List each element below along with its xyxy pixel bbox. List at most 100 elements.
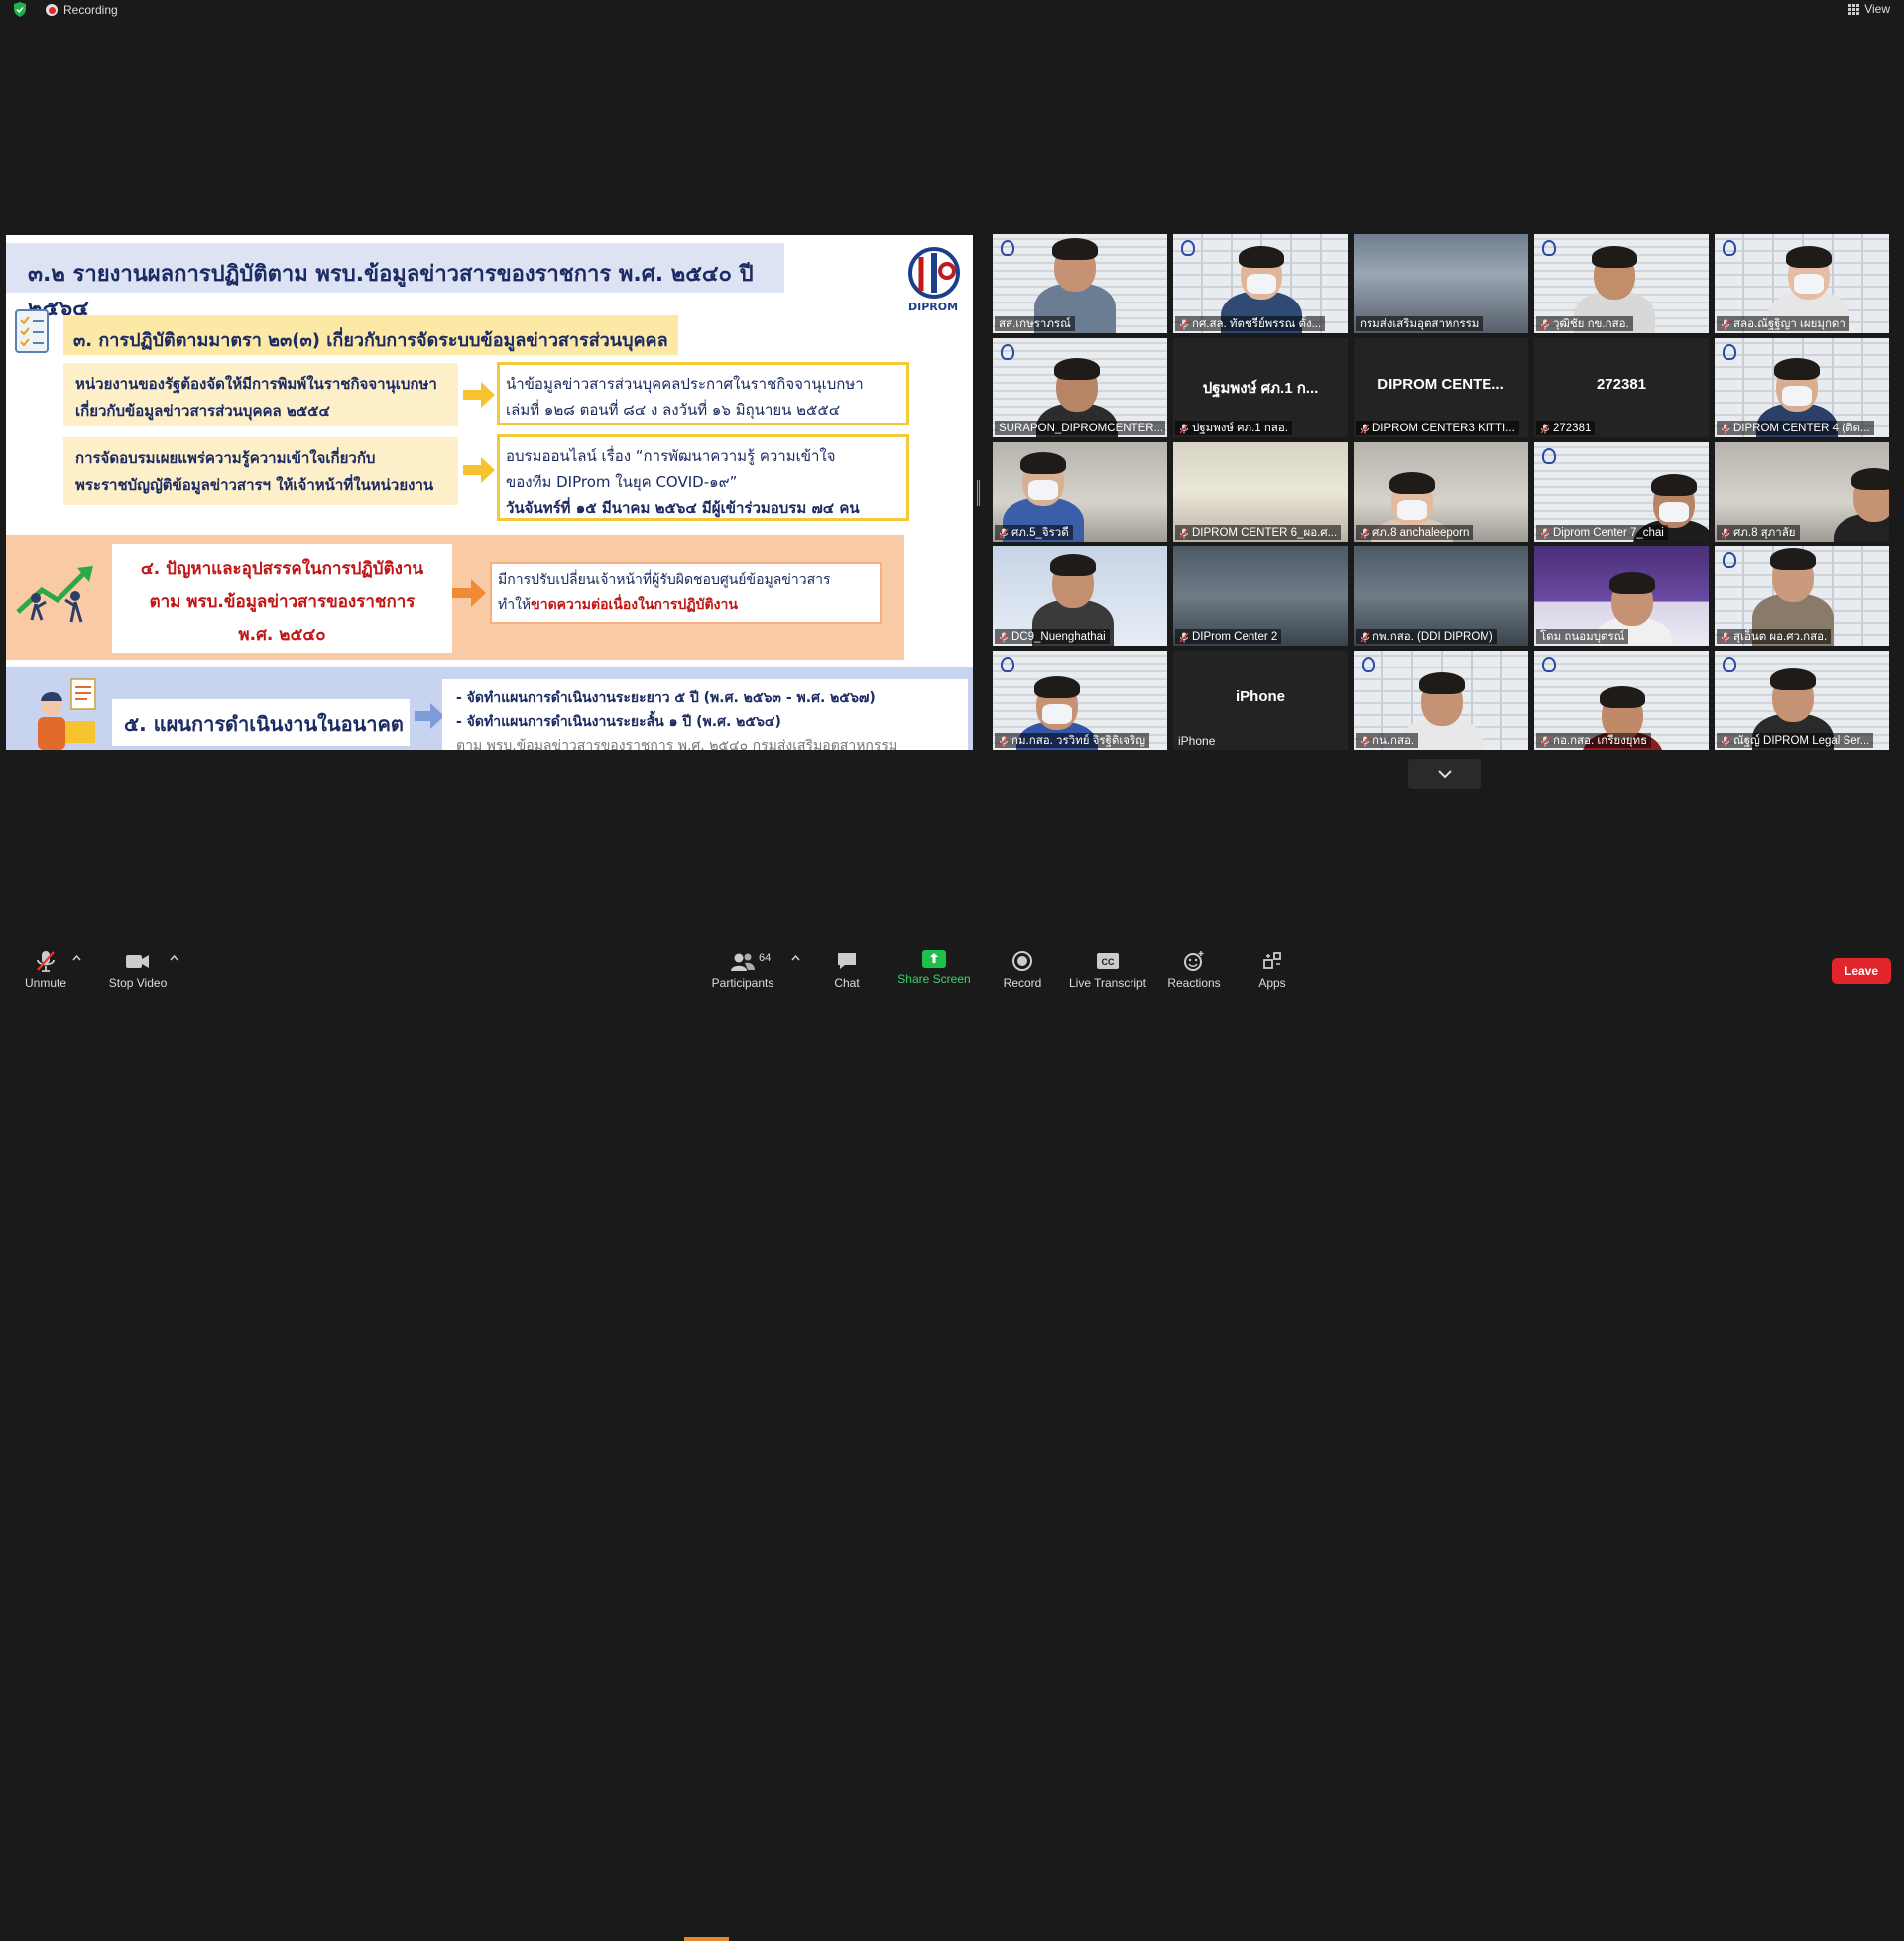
apps-button[interactable]: Apps (1253, 949, 1291, 990)
mic-muted-icon (1540, 527, 1550, 539)
live-transcript-button[interactable]: CC Live Transcript (1068, 949, 1147, 990)
video-camera-icon (126, 955, 149, 968)
participant-name-label: กพ.กสอ. (DDI DIPROM) (1356, 629, 1497, 644)
diprom-logo-text: DIPROM (907, 301, 959, 313)
split-view-resize-handle[interactable] (977, 480, 980, 506)
share-screen-button[interactable]: Share Screen (895, 949, 973, 986)
slide-title: ๓.๒ รายงานผลการปฏิบัติตาม พรบ.ข้อมูลข่าว… (6, 243, 784, 321)
face-mask (1247, 274, 1276, 294)
participant-name-label: ศภ.5_จิรวดี (995, 525, 1073, 540)
section5-heading: ๕. แผนการดำเนินงานในอนาคต (112, 699, 410, 746)
participant-tile[interactable]: สุเอ็นต ผอ.ศว.กสอ. (1715, 546, 1889, 646)
face-mask (1659, 502, 1689, 522)
participant-tile[interactable]: iPhone iPhone (1173, 651, 1348, 750)
participant-tile[interactable]: สส.เกษราภรณ์ (993, 234, 1167, 333)
section3-heading: ๓. การปฏิบัติตามมาตรา ๒๓(๓) เกี่ยวกับการ… (63, 315, 678, 355)
section4-right-line2b: ขาดความต่อเนื่องในการปฏิบัติงาน (531, 597, 738, 613)
stop-video-button[interactable]: Stop Video (103, 949, 173, 990)
participant-tile[interactable]: DIPROM CENTE... DIPROM CENTER3 KITTI... (1354, 338, 1528, 437)
mic-muted-icon (1360, 631, 1369, 643)
person-hair (1052, 238, 1098, 260)
participant-tile[interactable]: DIPROM CENTER 6_ผอ.ศ... (1173, 442, 1348, 542)
diprom-watermark-icon (1181, 240, 1195, 256)
chat-button[interactable]: Chat (827, 949, 867, 990)
reactions-button[interactable]: Reactions (1166, 949, 1222, 990)
participant-name: 272381 (1553, 423, 1592, 434)
view-button[interactable]: View (1848, 2, 1890, 16)
diprom-watermark-icon (1723, 552, 1736, 568)
unmute-label: Unmute (24, 976, 67, 990)
diprom-watermark-icon (1001, 240, 1014, 256)
top-bar: Recording View (0, 0, 1904, 20)
row2-right-line1: อบรมออนไลน์ เรื่อง “การพัฒนาความรู้ ความ… (506, 447, 836, 465)
participant-tile[interactable]: กม.กสอ. วรวิทย์ จิรฐิติเจริญ (993, 651, 1167, 750)
diprom-watermark-icon (1542, 240, 1556, 256)
gallery-expand-button[interactable] (1408, 759, 1481, 789)
participant-tile[interactable]: กศ.สล. ทัตชรีย์พรรณ ตั้ง... (1173, 234, 1348, 333)
participant-tile[interactable]: โดม ถนอมบุตรณ์ (1534, 546, 1709, 646)
share-screen-label: Share Screen (897, 972, 971, 986)
participant-tile[interactable]: ณัฐญ์ DIPROM Legal Ser... (1715, 651, 1889, 750)
participant-name: โดม ถนอมบุตรณ์ (1540, 631, 1625, 643)
participant-tile[interactable]: วุฒิชัย กข.กสอ. (1534, 234, 1709, 333)
mic-muted-icon (1721, 735, 1730, 747)
participant-tile[interactable]: SURAPON_DIPROMCENTER... (993, 338, 1167, 437)
participant-tile[interactable]: กรมส่งเสริมอุตสาหกรรม (1354, 234, 1528, 333)
mic-muted-icon (999, 527, 1009, 539)
audio-options-caret-icon[interactable] (72, 954, 81, 963)
participant-tile[interactable]: กน.กสอ. (1354, 651, 1528, 750)
row1-left-line2: เกี่ยวกับข้อมูลข่าวสารส่วนบุคคล ๒๕๕๔ (75, 402, 330, 420)
participant-tile[interactable]: กอ.กสอ. เกรียงยุทธ (1534, 651, 1709, 750)
diprom-watermark-icon (1723, 657, 1736, 672)
section4-line1: ๔. ปัญหาและอุปสรรคในการปฏิบัติงาน (140, 559, 424, 579)
participant-tile[interactable]: ศภ.8 สุภาลัย (1715, 442, 1889, 542)
row2-right-line2: ของทีม DIProm ในยุค COVID-๑๙” (506, 473, 738, 491)
section4-band: ๔. ปัญหาและอุปสรรคในการปฏิบัติงาน ตาม พร… (6, 535, 904, 660)
video-options-caret-icon[interactable] (170, 954, 178, 963)
row1-arrow-icon (463, 382, 495, 408)
participant-tile[interactable]: Diprom Center 7_chai (1534, 442, 1709, 542)
person-hair (1651, 474, 1697, 496)
section5-item1: - จัดทำแผนการดำเนินงานระยะยาว ๕ ปี (พ.ศ.… (456, 690, 876, 706)
section4-heading-box: ๔. ปัญหาและอุปสรรคในการปฏิบัติงาน ตาม พร… (112, 544, 452, 653)
mic-muted-icon (1179, 318, 1189, 330)
mic-muted-icon (1540, 423, 1550, 434)
diprom-watermark-icon (1542, 448, 1556, 464)
participant-display-name: ปฐมพงษ์ ศภ.1 ก... (1202, 380, 1319, 397)
participant-name-label: สลอ.ณัฐฐิญา เผยมุกดา (1717, 316, 1849, 331)
participant-name: กรมส่งเสริมอุตสาหกรรม (1360, 318, 1480, 330)
unmute-button[interactable]: Unmute (20, 949, 71, 990)
participant-name: ศภ.8 anchaleeporn (1372, 527, 1470, 539)
participant-name: ณัฐญ์ DIPROM Legal Ser... (1733, 735, 1870, 747)
person-hair (1770, 548, 1816, 570)
recording-dot-icon (46, 4, 58, 16)
row1-left-line1: หน่วยงานของรัฐต้องจัดให้มีการพิมพ์ในราชก… (75, 375, 437, 393)
checklist-icon (15, 309, 49, 353)
person-hair (1600, 686, 1645, 708)
participant-tile[interactable]: 272381 272381 (1534, 338, 1709, 437)
planning-person-icon (38, 678, 96, 750)
participant-tile[interactable]: กพ.กสอ. (DDI DIPROM) (1354, 546, 1528, 646)
participant-tile[interactable]: DC9_Nuenghathai (993, 546, 1167, 646)
participant-tile[interactable]: สลอ.ณัฐฐิญา เผยมุกดา (1715, 234, 1889, 333)
participants-options-caret-icon[interactable] (791, 954, 800, 963)
security-shield-icon[interactable] (13, 2, 27, 17)
mic-muted-icon (1721, 318, 1730, 330)
person-hair (1774, 358, 1820, 380)
leave-meeting-button[interactable]: Leave (1832, 958, 1891, 984)
participant-tile[interactable]: DIPROM CENTER 4 (ติด... (1715, 338, 1889, 437)
recording-indicator[interactable]: Recording (46, 3, 118, 17)
participant-name-label: ศภ.8 anchaleeporn (1356, 525, 1474, 540)
participant-name: ปฐมพงษ์ ศภ.1 กสอ. (1192, 423, 1288, 434)
participant-tile[interactable]: DIProm Center 2 (1173, 546, 1348, 646)
chat-bubble-icon (838, 953, 856, 969)
participant-name: กอ.กสอ. เกรียงยุทธ (1553, 735, 1648, 747)
participant-tile[interactable]: ปฐมพงษ์ ศภ.1 ก... ปฐมพงษ์ ศภ.1 กสอ. (1173, 338, 1348, 437)
person-hair (1020, 452, 1066, 474)
record-button[interactable]: Record (999, 949, 1046, 990)
participant-tile[interactable]: ศภ.5_จิรวดี (993, 442, 1167, 542)
diprom-watermark-icon (1542, 657, 1556, 672)
participant-tile[interactable]: ศภ.8 anchaleeporn (1354, 442, 1528, 542)
participant-name: DIPROM CENTER 6_ผอ.ศ... (1192, 527, 1338, 539)
participant-name-label: Diprom Center 7_chai (1536, 525, 1668, 540)
